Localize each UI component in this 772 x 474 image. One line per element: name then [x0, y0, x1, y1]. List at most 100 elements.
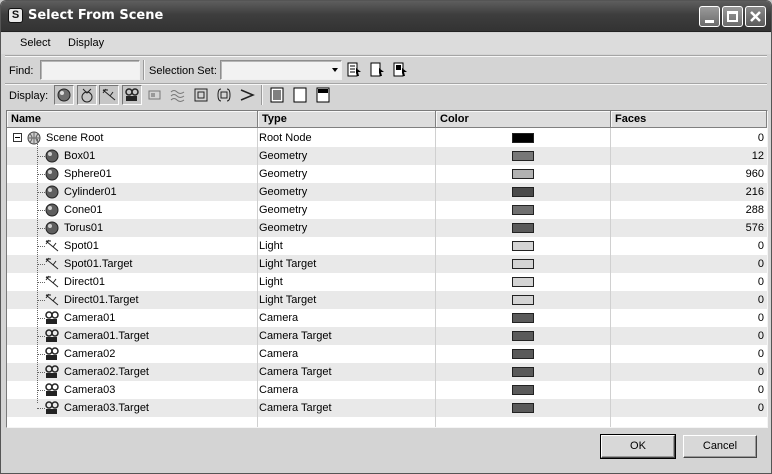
spacewarp-icon	[170, 90, 185, 102]
cell-name: Camera01	[64, 312, 116, 324]
select-all-button[interactable]	[267, 85, 287, 105]
cancel-button[interactable]: Cancel	[683, 435, 757, 458]
color-swatch[interactable]	[512, 259, 534, 269]
table-row[interactable]: Box01 Geometry 12	[7, 147, 767, 165]
display-cameras-toggle[interactable]	[122, 85, 142, 105]
cell-type: Light	[259, 276, 283, 288]
color-swatch[interactable]	[512, 331, 534, 341]
cell-type: Camera Target	[259, 330, 332, 342]
table-row[interactable]: Scene Root Root Node 0	[7, 129, 767, 147]
camera-icon	[44, 401, 60, 415]
table-row[interactable]: Torus01 Geometry 576	[7, 219, 767, 237]
selection-set-dropdown[interactable]	[220, 60, 342, 80]
color-swatch[interactable]	[512, 223, 534, 233]
column-header-color[interactable]: Color	[436, 111, 611, 128]
table-row[interactable]: Camera03.Target Camera Target 0	[7, 399, 767, 417]
scene-objects-table[interactable]: Name Type Color Faces Scene Root Root Nod…	[6, 110, 768, 428]
geometry-icon	[44, 185, 60, 199]
close-icon	[750, 11, 761, 22]
light-icon	[44, 275, 60, 289]
cell-faces: 960	[745, 168, 764, 180]
collapse-toggle[interactable]	[13, 133, 22, 142]
cell-type: Geometry	[259, 222, 308, 234]
select-none-icon	[293, 87, 307, 103]
app-icon[interactable]: S	[8, 8, 23, 23]
cell-faces: 288	[745, 204, 764, 216]
add-to-selection-set-button[interactable]	[367, 60, 387, 80]
geometry-icon	[44, 149, 60, 163]
table-row[interactable]: Cone01 Geometry 288	[7, 201, 767, 219]
table-row[interactable]: Cylinder01 Geometry 216	[7, 183, 767, 201]
color-swatch[interactable]	[512, 277, 534, 287]
menu-display[interactable]: Display	[68, 37, 104, 49]
close-button[interactable]	[745, 6, 766, 27]
color-swatch[interactable]	[512, 295, 534, 305]
cell-name: Cylinder01	[64, 186, 117, 198]
find-input[interactable]	[40, 60, 140, 80]
camera-icon	[125, 88, 139, 101]
menu-select[interactable]: Select	[20, 37, 51, 49]
cell-name: Direct01	[64, 276, 105, 288]
table-row[interactable]: Spot01 Light 0	[7, 237, 767, 255]
column-header-name[interactable]: Name	[7, 111, 258, 128]
cell-faces: 0	[757, 366, 764, 378]
table-row[interactable]: Sphere01 Geometry 960	[7, 165, 767, 183]
minimize-button[interactable]	[699, 6, 720, 27]
separator	[143, 60, 145, 80]
xref-icon	[217, 88, 231, 102]
column-divider	[257, 128, 258, 427]
color-swatch[interactable]	[512, 133, 534, 143]
table-row[interactable]: Camera02 Camera 0	[7, 345, 767, 363]
color-swatch[interactable]	[512, 241, 534, 251]
bone-icon	[240, 89, 255, 101]
chevron-down-icon	[332, 68, 338, 72]
color-swatch[interactable]	[512, 403, 534, 413]
display-shapes-toggle[interactable]	[77, 85, 97, 105]
table-row[interactable]: Direct01 Light 0	[7, 273, 767, 291]
menu-bar: Select Display	[1, 33, 771, 54]
cell-name: Scene Root	[46, 132, 104, 144]
maximize-button[interactable]	[722, 6, 743, 27]
cell-faces: 0	[757, 348, 764, 360]
column-header-type[interactable]: Type	[258, 111, 436, 128]
light-icon	[44, 257, 60, 271]
select-none-button[interactable]	[290, 85, 310, 105]
color-swatch[interactable]	[512, 187, 534, 197]
table-row[interactable]: Camera01 Camera 0	[7, 309, 767, 327]
color-swatch[interactable]	[512, 151, 534, 161]
color-swatch[interactable]	[512, 169, 534, 179]
remove-from-selection-set-button[interactable]	[390, 60, 410, 80]
display-lights-toggle[interactable]	[99, 85, 119, 105]
table-row[interactable]: Camera01.Target Camera Target 0	[7, 327, 767, 345]
display-bones-toggle[interactable]	[237, 85, 257, 105]
display-groups-toggle[interactable]	[191, 85, 211, 105]
create-selection-set-button[interactable]	[344, 60, 364, 80]
select-invert-button[interactable]	[313, 85, 333, 105]
light-icon	[44, 293, 60, 307]
cell-faces: 0	[757, 132, 764, 144]
table-row[interactable]: Camera03 Camera 0	[7, 381, 767, 399]
cell-faces: 576	[745, 222, 764, 234]
color-swatch[interactable]	[512, 205, 534, 215]
maximize-icon	[727, 11, 738, 22]
camera-icon	[44, 365, 60, 379]
color-swatch[interactable]	[512, 349, 534, 359]
color-swatch[interactable]	[512, 367, 534, 377]
camera-icon	[44, 383, 60, 397]
color-swatch[interactable]	[512, 313, 534, 323]
table-row[interactable]: Camera02.Target Camera Target 0	[7, 363, 767, 381]
display-spacewarps-toggle[interactable]	[168, 85, 188, 105]
display-xrefs-toggle[interactable]	[214, 85, 234, 105]
ok-button[interactable]: OK	[600, 434, 676, 459]
display-geometry-toggle[interactable]	[54, 85, 74, 105]
menu-divider	[5, 55, 767, 57]
column-header-faces[interactable]: Faces	[611, 111, 767, 128]
title-bar[interactable]: S Select From Scene	[1, 1, 771, 32]
scene-root-icon	[26, 131, 42, 145]
table-row[interactable]: Direct01.Target Light Target 0	[7, 291, 767, 309]
color-swatch[interactable]	[512, 385, 534, 395]
camera-icon	[44, 329, 60, 343]
display-helpers-toggle[interactable]	[145, 85, 165, 105]
display-label: Display:	[9, 90, 49, 102]
table-row[interactable]: Spot01.Target Light Target 0	[7, 255, 767, 273]
